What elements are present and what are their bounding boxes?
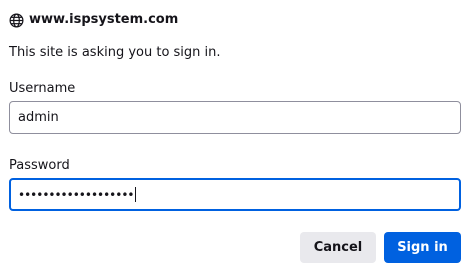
sign-in-message: This site is asking you to sign in. <box>9 45 221 60</box>
password-masked-value: ••••••••••••••••••• <box>18 187 134 202</box>
password-input[interactable]: ••••••••••••••••••• <box>9 178 461 211</box>
username-value: admin <box>18 110 59 125</box>
sign-in-button[interactable]: Sign in <box>384 232 461 263</box>
password-label: Password <box>9 158 70 173</box>
username-label: Username <box>9 81 76 96</box>
text-caret <box>135 187 137 202</box>
username-input[interactable]: admin <box>9 101 461 134</box>
site-name: www.ispsystem.com <box>29 12 179 27</box>
cancel-button[interactable]: Cancel <box>300 232 376 263</box>
site-header: www.ispsystem.com <box>9 10 178 30</box>
globe-icon <box>9 13 24 28</box>
sign-in-dialog: www.ispsystem.com This site is asking yo… <box>0 0 474 274</box>
